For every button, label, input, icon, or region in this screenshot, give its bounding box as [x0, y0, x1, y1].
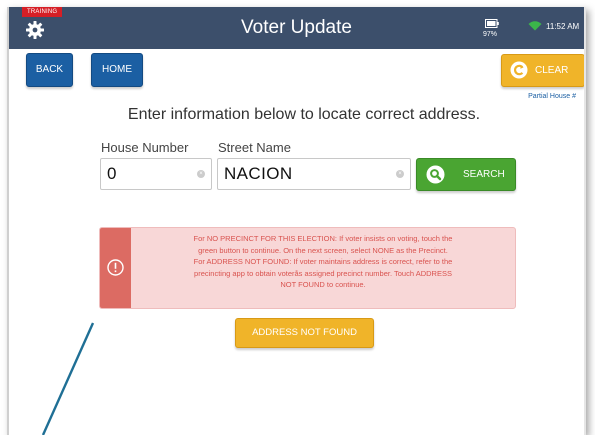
annotation-line: [41, 322, 95, 435]
